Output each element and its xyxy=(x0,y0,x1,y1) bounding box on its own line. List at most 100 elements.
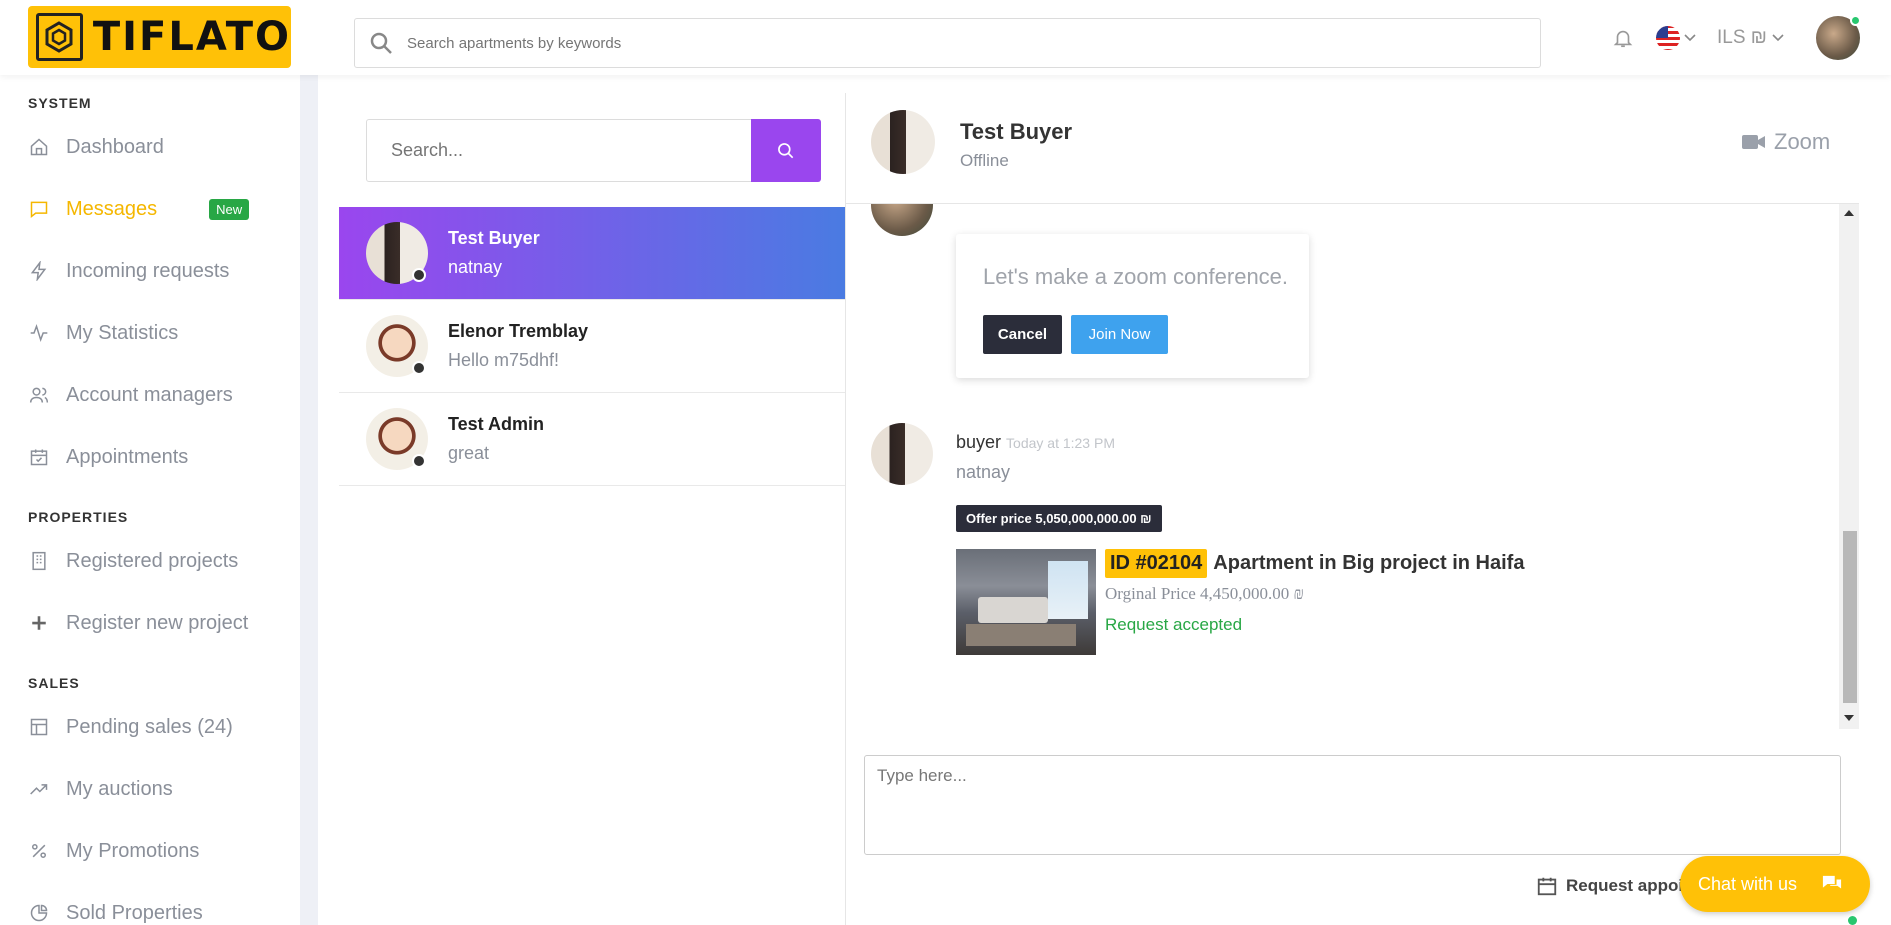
conversation-last-message: great xyxy=(448,443,490,463)
message-author: buyer xyxy=(956,432,1002,452)
sidebar-item-label: Account managers xyxy=(66,383,233,406)
sidebar-item-label: My Promotions xyxy=(66,839,200,862)
message-text: natnay xyxy=(956,462,1011,482)
messages-panel: Test Buyer natnay Elenor Tremblay Hello … xyxy=(318,75,1891,925)
avatar xyxy=(871,110,935,174)
chat-with-us-button[interactable]: Chat with us xyxy=(1680,856,1870,912)
logo[interactable]: TIFLATO xyxy=(28,6,291,68)
message-icon xyxy=(28,198,50,220)
chevron-down-icon xyxy=(1684,33,1696,42)
top-search[interactable] xyxy=(354,18,1541,68)
user-avatar[interactable] xyxy=(1816,0,1861,75)
scroll-thumb[interactable] xyxy=(1843,531,1857,703)
zoom-button[interactable]: Zoom xyxy=(1742,129,1830,155)
layout-icon xyxy=(28,716,50,738)
search-icon xyxy=(369,31,393,55)
sidebar-item-label: Incoming requests xyxy=(66,259,230,282)
request-appointment-button[interactable]: Request appoi xyxy=(1536,875,1683,897)
pie-chart-icon xyxy=(28,902,50,924)
chat-scrollbar[interactable] xyxy=(1839,204,1859,729)
chat-messages: Let's make a zoom conference. Cancel Joi… xyxy=(846,204,1859,729)
calendar-check-icon xyxy=(28,446,50,468)
sidebar-item-incoming-requests[interactable]: Incoming requests xyxy=(28,256,229,286)
sidebar-item-sold-properties[interactable]: Sold Properties xyxy=(28,898,203,925)
chat-bubbles-icon xyxy=(1821,874,1843,894)
status-dot xyxy=(412,268,426,282)
sidebar-item-label: Appointments xyxy=(66,445,189,468)
conversation-search-button[interactable] xyxy=(751,119,821,182)
currency-selector[interactable]: ILS ₪ xyxy=(1717,0,1784,75)
percent-icon xyxy=(28,840,50,862)
status-dot xyxy=(412,454,426,468)
sidebar-item-label: Messages xyxy=(66,197,158,220)
sidebar-item-label: Pending sales (24) xyxy=(66,715,233,738)
activity-icon xyxy=(28,322,50,344)
message-input-placeholder: Type here... xyxy=(877,766,967,785)
conversation-item[interactable]: Test Admin great xyxy=(339,393,845,486)
chat-contact-status: Offline xyxy=(960,151,1009,170)
conversation-search[interactable] xyxy=(366,119,752,182)
message-time: Today at 1:23 PM xyxy=(1006,435,1115,451)
calendar-icon xyxy=(1536,875,1558,897)
trending-up-icon xyxy=(28,778,50,800)
conversation-search-input[interactable] xyxy=(391,140,731,161)
section-system: SYSTEM xyxy=(28,95,92,111)
sidebar-item-statistics[interactable]: My Statistics xyxy=(28,318,178,348)
listing-original-price: Orginal Price 4,450,000.00 ₪ xyxy=(1105,584,1304,603)
avatar xyxy=(871,423,933,485)
sidebar-item-register-new-project[interactable]: Register new project xyxy=(28,608,248,638)
section-properties: PROPERTIES xyxy=(28,509,129,525)
status-dot xyxy=(412,361,426,375)
chevron-down-icon xyxy=(1772,33,1784,42)
listing-id-badge: ID #02104 xyxy=(1105,549,1208,578)
message-input[interactable]: Type here... xyxy=(864,755,1841,855)
zoom-invite-card: Let's make a zoom conference. Cancel Joi… xyxy=(956,234,1309,378)
new-badge: New xyxy=(209,198,250,220)
sidebar: SYSTEM Dashboard Messages New Incoming r… xyxy=(0,75,300,925)
sidebar-item-registered-projects[interactable]: Registered projects xyxy=(28,546,238,576)
online-status-dot xyxy=(1850,14,1861,26)
offer-price-badge: Offer price 5,050,000,000.00 ₪ xyxy=(956,505,1162,532)
sidebar-item-promotions[interactable]: My Promotions xyxy=(28,836,199,866)
scroll-down-icon[interactable] xyxy=(1844,715,1854,721)
top-search-input[interactable] xyxy=(407,34,1407,52)
avatar xyxy=(366,222,428,284)
home-icon xyxy=(28,136,50,158)
sidebar-item-label: Register new project xyxy=(66,611,249,634)
join-now-button[interactable]: Join Now xyxy=(1071,315,1168,354)
hexagon-logo-icon xyxy=(36,13,83,61)
scroll-up-icon[interactable] xyxy=(1844,210,1854,216)
sidebar-item-label: My auctions xyxy=(66,777,173,800)
listing-title[interactable]: Apartment in Big project in Haifa xyxy=(1213,552,1524,575)
sidebar-item-auctions[interactable]: My auctions xyxy=(28,774,173,804)
conversation-last-message: natnay xyxy=(448,257,503,277)
bell-icon[interactable] xyxy=(1612,0,1634,75)
zoom-label: Zoom xyxy=(1774,129,1831,154)
cancel-button[interactable]: Cancel xyxy=(983,315,1062,354)
request-appointment-label: Request appoi xyxy=(1566,876,1684,895)
video-camera-icon xyxy=(1742,133,1766,151)
online-status-dot xyxy=(1848,916,1857,925)
avatar xyxy=(871,204,933,236)
language-selector[interactable] xyxy=(1655,0,1696,75)
listing-thumbnail xyxy=(956,549,1096,655)
listing-card[interactable]: ID #02104 Apartment in Big project in Ha… xyxy=(956,549,1556,655)
sidebar-item-dashboard[interactable]: Dashboard xyxy=(28,132,164,162)
users-icon xyxy=(28,384,50,406)
sidebar-item-appointments[interactable]: Appointments xyxy=(28,442,188,472)
top-bar: TIFLATO ILS ₪ xyxy=(0,0,1891,75)
sidebar-item-pending-sales[interactable]: Pending sales (24) xyxy=(28,712,233,742)
conversation-name: Elenor Tremblay xyxy=(448,321,589,341)
sidebar-item-messages[interactable]: Messages New xyxy=(28,194,250,224)
request-status: Request accepted xyxy=(1105,615,1243,634)
conversation-item[interactable]: Elenor Tremblay Hello m75dhf! xyxy=(339,300,845,393)
building-icon xyxy=(28,550,50,572)
sidebar-item-label: Sold Properties xyxy=(66,901,203,924)
chat-contact-name: Test Buyer xyxy=(960,119,1073,144)
sidebar-item-account-managers[interactable]: Account managers xyxy=(28,380,233,410)
lightning-icon xyxy=(28,260,50,282)
conversation-item[interactable]: Test Buyer natnay xyxy=(339,207,845,300)
avatar xyxy=(366,315,428,377)
message-meta: buyer Today at 1:23 PM xyxy=(956,432,1115,453)
us-flag-icon xyxy=(1655,25,1681,51)
